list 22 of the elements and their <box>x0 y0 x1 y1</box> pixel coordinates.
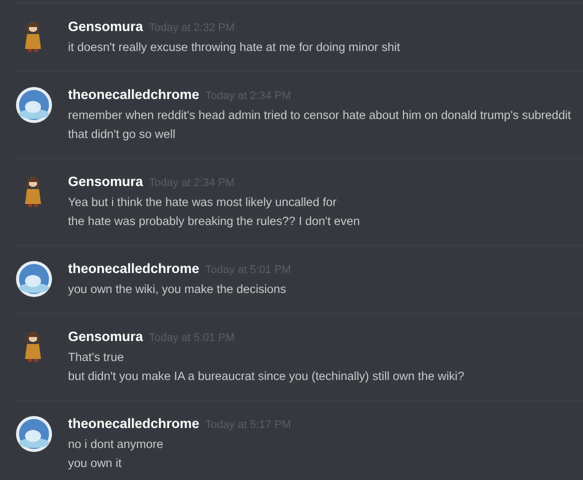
username[interactable]: theonecalledchrome <box>68 416 200 431</box>
message-text: no i dont anymore <box>68 436 164 453</box>
message-text: you own the wiki, you make the decisions <box>68 281 288 298</box>
avatar-icon <box>16 87 52 123</box>
message-text: the hate was probably breaking the rules?? I don't even <box>68 213 361 230</box>
avatar-figure-icon <box>24 331 42 363</box>
username[interactable]: theonecalledchrome <box>68 261 200 276</box>
message-text: That's true <box>68 349 125 366</box>
avatar-figure-icon <box>24 176 42 208</box>
username[interactable]: Gensomura <box>68 329 144 344</box>
avatar-icon <box>16 416 52 452</box>
message-text: Yea but i think the hate was most likely uncalled for <box>68 194 338 211</box>
message-text: remember when reddit's head admin tried to censor hate about him on donald trump's subreddit <box>68 107 572 124</box>
username[interactable]: theonecalledchrome <box>68 87 200 102</box>
avatar-figure-icon <box>24 21 42 53</box>
username[interactable]: Gensomura <box>68 19 144 34</box>
message-text: but didn't you make IA a bureaucrat since you (techinally) still own the wiki? <box>68 368 466 385</box>
avatar-icon <box>16 261 52 297</box>
message-text: that didn't go so well <box>68 126 176 143</box>
message-text: you own it <box>68 455 123 472</box>
username[interactable]: Gensomura <box>68 174 144 189</box>
message-text: it doesn't really excuse throwing hate at me for doing minor shit <box>68 39 402 56</box>
